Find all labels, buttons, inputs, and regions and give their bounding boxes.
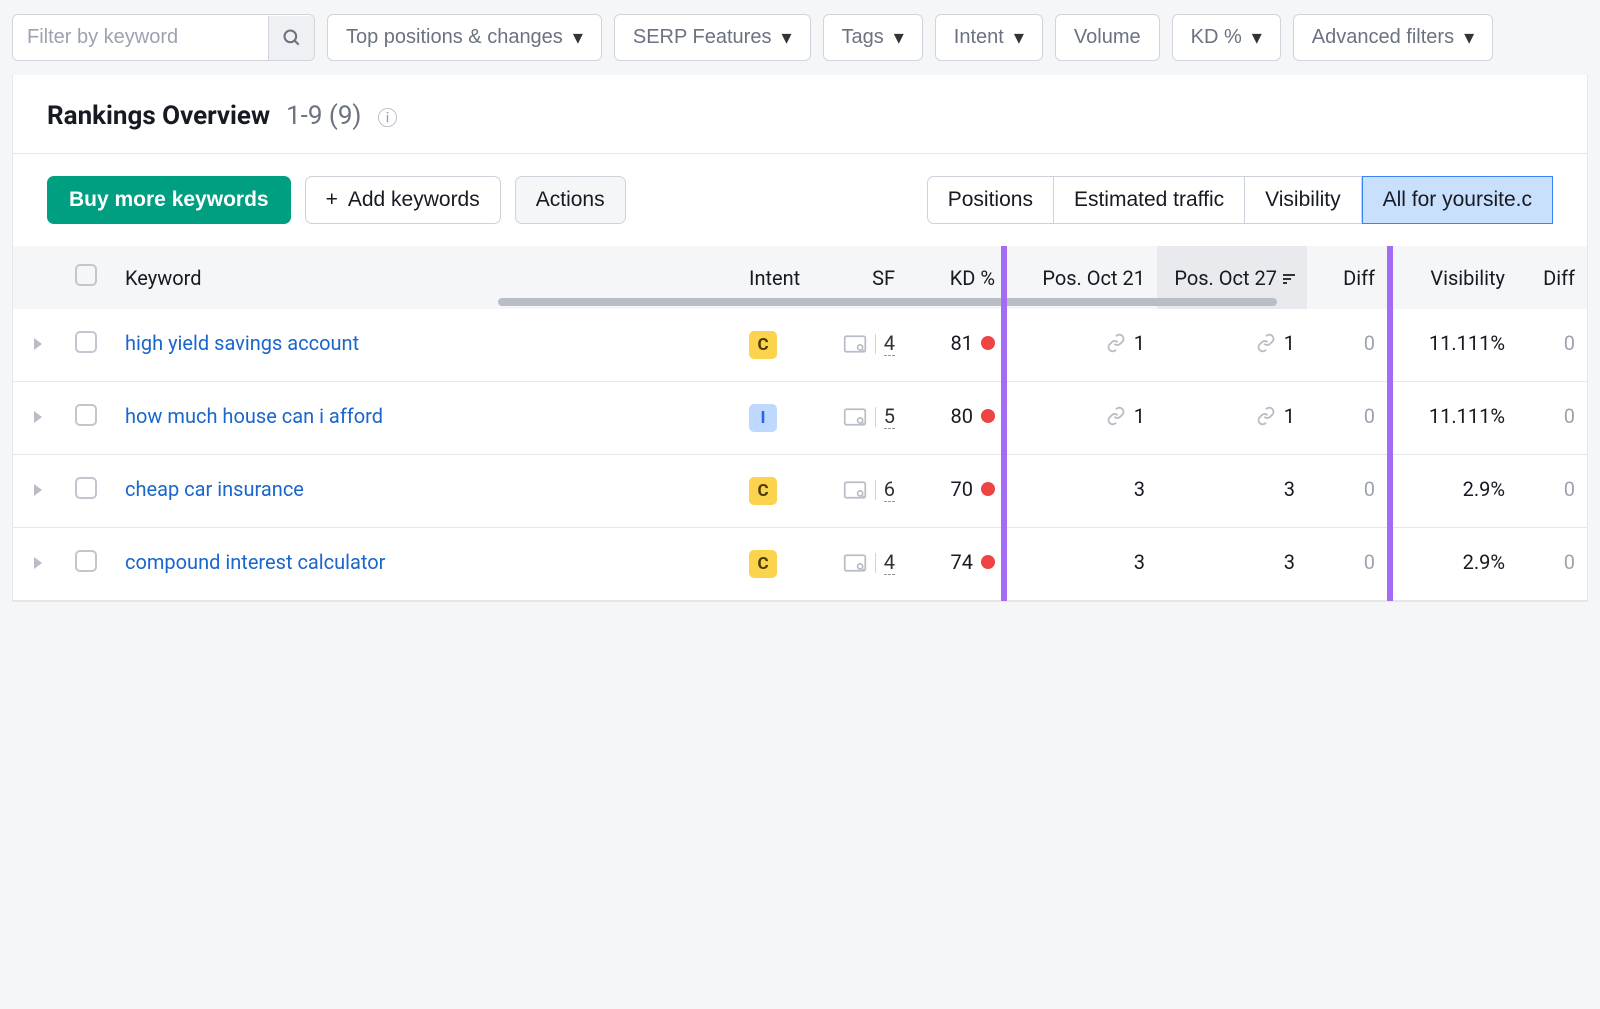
table-row: high yield savings account C 4 81 1 1 0 …	[13, 309, 1587, 382]
keyword-link[interactable]: how much house can i afford	[125, 404, 383, 428]
filter-volume[interactable]: Volume	[1055, 14, 1160, 61]
sf-cell[interactable]: 4	[843, 331, 895, 356]
filter-bar: Top positions & changes▾ SERP Features▾ …	[0, 0, 1600, 75]
filter-top-positions[interactable]: Top positions & changes▾	[327, 14, 602, 61]
diff-cell: 0	[1364, 404, 1375, 428]
keyword-link[interactable]: cheap car insurance	[125, 477, 304, 501]
horizontal-scrollbar[interactable]	[498, 298, 1277, 306]
actions-button[interactable]: Actions	[515, 176, 626, 224]
diff2-cell: 0	[1564, 404, 1575, 428]
pos1-cell: 3	[1007, 528, 1157, 601]
chevron-down-icon: ▾	[781, 25, 791, 50]
page-range: 1-9 (9)	[286, 101, 361, 131]
expand-row-icon[interactable]	[34, 338, 42, 350]
select-all-checkbox[interactable]	[75, 264, 97, 286]
pos2-cell: 1	[1157, 382, 1307, 455]
table-row: cheap car insurance C 6 70 3 3 0 2.9% 0	[13, 455, 1587, 528]
link-icon: 1	[1106, 331, 1145, 355]
table-row: compound interest calculator C 4 74 3 3 …	[13, 528, 1587, 601]
diff2-cell: 0	[1564, 331, 1575, 355]
tab-traffic[interactable]: Estimated traffic	[1054, 176, 1245, 224]
plus-icon: +	[326, 188, 338, 212]
diff-cell: 0	[1364, 331, 1375, 355]
pos2-cell: 3	[1157, 455, 1307, 528]
sf-cell[interactable]: 5	[843, 404, 895, 429]
intent-badge: C	[749, 550, 777, 578]
table-row: how much house can i afford I 5 80 1 1 0…	[13, 382, 1587, 455]
expand-row-icon[interactable]	[34, 411, 42, 423]
kd-cell: 80	[951, 404, 995, 428]
link-icon: 1	[1256, 331, 1295, 355]
diff2-cell: 0	[1564, 477, 1575, 501]
pos1-cell: 1	[1007, 309, 1157, 382]
view-tabs: Positions Estimated traffic Visibility A…	[927, 176, 1553, 224]
table-wrap[interactable]: Keyword Intent SF KD % Pos. Oct 21 Pos. …	[13, 246, 1587, 601]
chevron-down-icon: ▾	[1464, 25, 1474, 50]
kd-cell: 70	[951, 477, 995, 501]
intent-badge: C	[749, 331, 777, 359]
col-visibility[interactable]: Visibility	[1387, 246, 1517, 309]
diff-cell: 0	[1364, 550, 1375, 574]
filter-search-button[interactable]	[268, 16, 314, 60]
visibility-cell: 2.9%	[1387, 455, 1517, 528]
visibility-cell: 2.9%	[1387, 528, 1517, 601]
kd-dot-icon	[981, 409, 995, 423]
filter-tags[interactable]: Tags▾	[823, 14, 923, 61]
row-checkbox[interactable]	[75, 404, 97, 426]
visibility-cell: 11.111%	[1387, 309, 1517, 382]
intent-badge: I	[749, 404, 777, 432]
page-title: Rankings Overview	[47, 101, 270, 131]
col-diff[interactable]: Diff	[1307, 246, 1387, 309]
diff2-cell: 0	[1564, 550, 1575, 574]
filter-keyword-input[interactable]	[13, 16, 268, 59]
visibility-cell: 11.111%	[1387, 382, 1517, 455]
filter-advanced[interactable]: Advanced filters▾	[1293, 14, 1493, 61]
filter-keyword-wrap	[12, 14, 315, 61]
link-icon: 1	[1106, 404, 1145, 428]
chevron-down-icon: ▾	[573, 25, 583, 50]
pos2-cell: 3	[1157, 528, 1307, 601]
filter-serp-features[interactable]: SERP Features▾	[614, 14, 811, 61]
kd-dot-icon	[981, 336, 995, 350]
tab-visibility[interactable]: Visibility	[1245, 176, 1361, 224]
main-card: Rankings Overview 1-9 (9) ⓘ Buy more key…	[12, 75, 1588, 602]
card-header: Rankings Overview 1-9 (9) ⓘ	[13, 75, 1587, 153]
action-bar: Buy more keywords +Add keywords Actions …	[13, 154, 1587, 246]
info-icon[interactable]: ⓘ	[378, 102, 398, 131]
row-checkbox[interactable]	[75, 550, 97, 572]
search-icon	[282, 28, 302, 48]
pos1-cell: 1	[1007, 382, 1157, 455]
col-check	[63, 246, 113, 309]
sf-cell[interactable]: 4	[843, 550, 895, 575]
expand-row-icon[interactable]	[34, 557, 42, 569]
filter-kd[interactable]: KD %▾	[1172, 14, 1281, 61]
filter-intent[interactable]: Intent▾	[935, 14, 1043, 61]
diff-cell: 0	[1364, 477, 1375, 501]
kd-cell: 74	[951, 550, 995, 574]
chevron-down-icon: ▾	[894, 25, 904, 50]
buy-keywords-button[interactable]: Buy more keywords	[47, 176, 291, 224]
intent-badge: C	[749, 477, 777, 505]
row-checkbox[interactable]	[75, 477, 97, 499]
chevron-down-icon: ▾	[1014, 25, 1024, 50]
sort-icon	[1283, 274, 1295, 284]
kd-dot-icon	[981, 555, 995, 569]
pos1-cell: 3	[1007, 455, 1157, 528]
row-checkbox[interactable]	[75, 331, 97, 353]
keyword-link[interactable]: compound interest calculator	[125, 550, 385, 574]
add-keywords-button[interactable]: +Add keywords	[305, 176, 501, 224]
kd-cell: 81	[951, 331, 995, 355]
tab-positions[interactable]: Positions	[927, 176, 1054, 224]
tab-all[interactable]: All for yoursite.c	[1362, 176, 1553, 224]
pos2-cell: 1	[1157, 309, 1307, 382]
col-diff2[interactable]: Diff	[1517, 246, 1587, 309]
keyword-link[interactable]: high yield savings account	[125, 331, 359, 355]
col-expand	[13, 246, 63, 309]
sf-cell[interactable]: 6	[843, 477, 895, 502]
kd-dot-icon	[981, 482, 995, 496]
link-icon: 1	[1256, 404, 1295, 428]
expand-row-icon[interactable]	[34, 484, 42, 496]
chevron-down-icon: ▾	[1252, 25, 1262, 50]
